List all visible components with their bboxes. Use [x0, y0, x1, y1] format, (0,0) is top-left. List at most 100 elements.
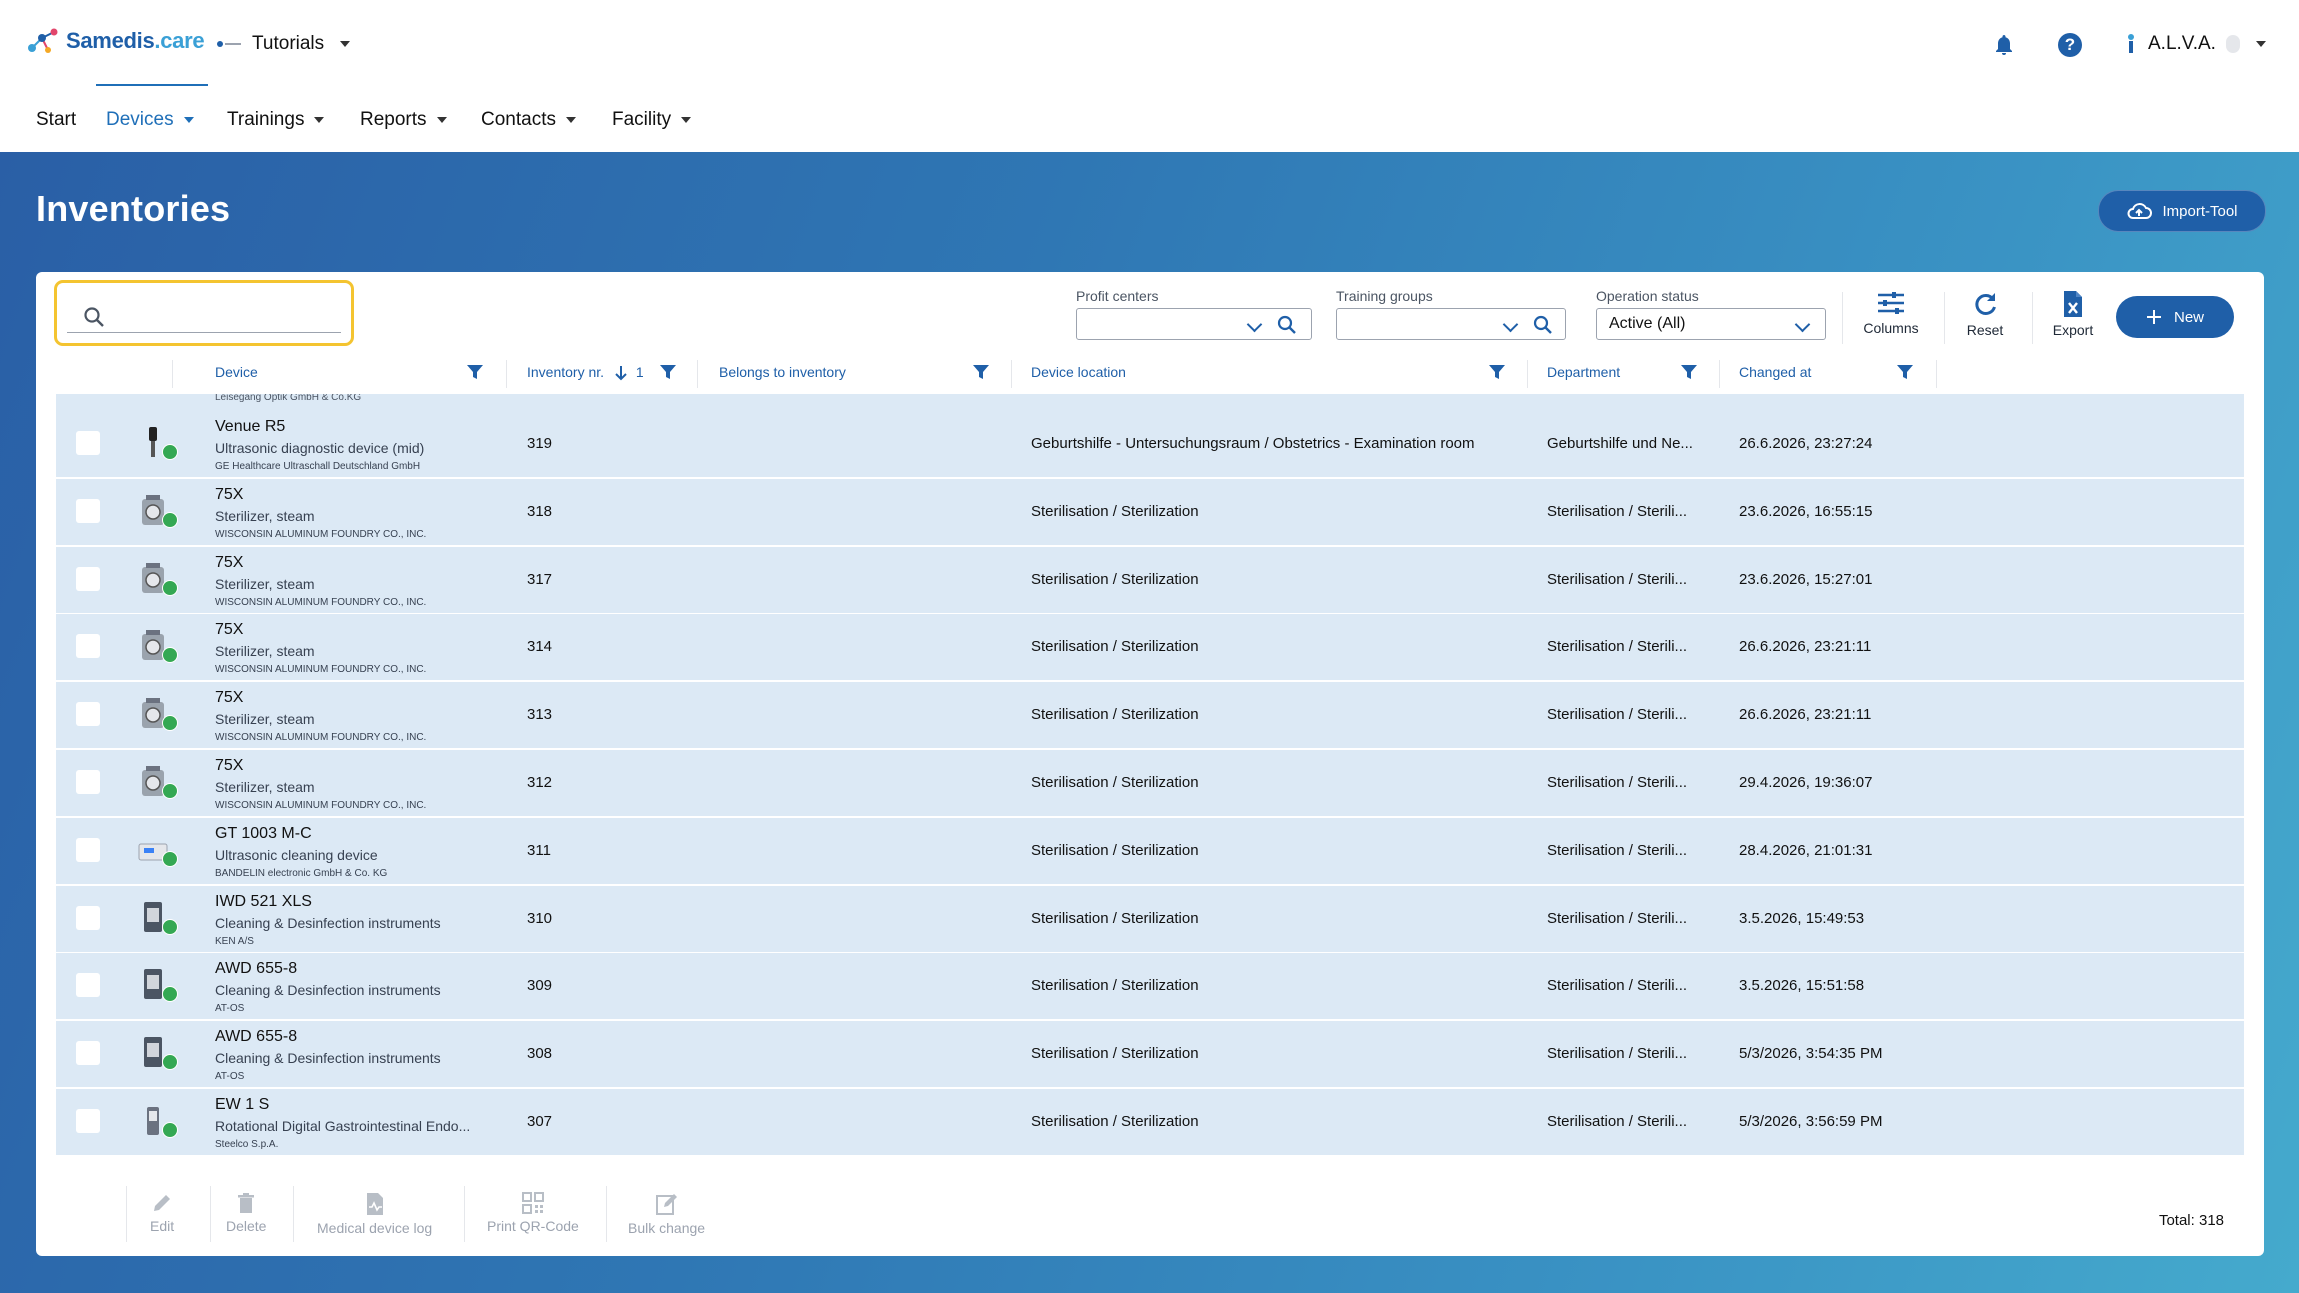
row-checkbox[interactable] [76, 770, 100, 794]
inventory-number: 318 [527, 502, 553, 520]
nav-devices[interactable]: Devices [106, 109, 194, 131]
device-name[interactable]: EW 1 S [215, 1096, 269, 1114]
device-manufacturer: BANDELIN electronic GmbH & Co. KG [215, 867, 388, 879]
table-row[interactable]: 75X Sterilizer, steam WISCONSIN ALUMINUM F… [56, 478, 2244, 546]
training-groups-select[interactable] [1336, 308, 1566, 340]
device-name[interactable]: AWD 655-8 [215, 960, 297, 978]
device-name[interactable]: Venue R5 [215, 418, 285, 436]
row-checkbox[interactable] [76, 634, 100, 659]
column-divider [1936, 360, 1937, 388]
medical-device-log-button[interactable]: Medical device log [317, 1192, 432, 1236]
search-icon[interactable] [1277, 315, 1297, 335]
delete-button[interactable]: Delete [226, 1192, 266, 1234]
nav-reports[interactable]: Reports [360, 109, 447, 131]
column-changed-at[interactable]: Changed at [1739, 364, 1811, 380]
row-checkbox[interactable] [76, 973, 100, 998]
device-name[interactable]: 75X [215, 689, 243, 707]
profit-centers-filter: Profit centers [1076, 288, 1312, 340]
filter-icon[interactable] [972, 363, 990, 381]
row-checkbox[interactable] [76, 1109, 100, 1133]
column-inventory-nr[interactable]: Inventory nr. 1 [527, 364, 644, 381]
tenant-selector[interactable]: Tutorials [216, 33, 351, 55]
brand-text: Samedis [66, 28, 155, 53]
export-button[interactable]: Export [2038, 290, 2108, 338]
table-row[interactable]: 75X Sterilizer, steam WISCONSIN ALUMINUM F… [56, 614, 2244, 682]
search-icon[interactable] [1533, 315, 1553, 335]
new-button[interactable]: New [2116, 296, 2234, 338]
table-row-partial[interactable]: Leisegang Optik GmbH & Co.KG [56, 394, 2244, 412]
columns-label: Columns [1863, 320, 1919, 336]
column-department[interactable]: Department [1547, 364, 1620, 380]
filter-icon[interactable] [1488, 363, 1506, 381]
device-name[interactable]: GT 1003 M-C [215, 825, 312, 843]
changed-at: 23.6.2026, 15:27:01 [1739, 570, 1873, 588]
device-type: Ultrasonic diagnostic device (mid) [215, 440, 425, 456]
search-field[interactable] [54, 280, 354, 346]
column-divider [172, 360, 173, 388]
tenant-logo-icon [217, 41, 241, 47]
table-row[interactable]: IWD 521 XLS Cleaning & Desinfection instr… [56, 885, 2244, 953]
nav-start[interactable]: Start [36, 109, 76, 131]
import-tool-button[interactable]: Import-Tool [2098, 190, 2266, 232]
print-qr-code-button[interactable]: Print QR-Code [487, 1192, 579, 1234]
device-name[interactable]: 75X [215, 486, 243, 504]
toolbar-divider [1842, 292, 1843, 344]
device-name[interactable]: IWD 521 XLS [215, 893, 312, 911]
row-checkbox[interactable] [76, 702, 100, 727]
device-name[interactable]: AWD 655-8 [215, 1028, 297, 1046]
profit-centers-label: Profit centers [1076, 288, 1159, 304]
reset-button[interactable]: Reset [1950, 290, 2020, 338]
table-row[interactable]: AWD 655-8 Cleaning & Desinfection instrum… [56, 953, 2244, 1021]
row-checkbox[interactable] [76, 566, 100, 591]
row-checkbox[interactable] [76, 905, 100, 930]
device-name[interactable]: 75X [215, 621, 243, 639]
column-device[interactable]: Device [215, 364, 258, 380]
user-menu[interactable]: A.L.V.A. [2124, 33, 2266, 55]
row-checkbox[interactable] [76, 498, 100, 523]
brand-suffix: .care [154, 28, 205, 53]
table-row[interactable]: 75X Sterilizer, steam WISCONSIN ALUMINUM F… [56, 546, 2244, 614]
table-row[interactable]: EW 1 S Rotational Digital Gastrointestina… [56, 1089, 2244, 1156]
trash-icon [238, 1193, 255, 1213]
qr-code-icon [521, 1192, 544, 1214]
device-type: Cleaning & Desinfection instruments [215, 914, 441, 931]
device-location: Sterilisation / Sterilization [1031, 570, 1199, 588]
nav-contacts[interactable]: Contacts [481, 109, 576, 131]
device-name[interactable]: 75X [215, 554, 243, 572]
chevron-down-icon[interactable] [1502, 316, 1519, 333]
row-checkbox[interactable] [76, 431, 100, 455]
filter-icon[interactable] [1896, 363, 1914, 381]
samedis-logo-icon [28, 28, 58, 53]
profit-centers-select[interactable] [1076, 308, 1312, 340]
nav-facility[interactable]: Facility [612, 109, 692, 131]
column-location-label: Device location [1031, 364, 1126, 380]
filter-icon[interactable] [1680, 363, 1698, 381]
search-input[interactable] [117, 297, 331, 333]
nav-trainings[interactable]: Trainings [227, 109, 325, 131]
columns-button[interactable]: Columns [1856, 290, 1926, 336]
status-ok-icon [162, 715, 178, 732]
row-checkbox[interactable] [76, 837, 100, 862]
department: Sterilisation / Sterili... [1547, 1045, 1688, 1063]
table-row[interactable]: AWD 655-8 Cleaning & Desinfection instrum… [56, 1021, 2244, 1089]
column-device-location[interactable]: Device location [1031, 364, 1126, 380]
edit-button[interactable]: Edit [150, 1192, 174, 1234]
bell-icon[interactable] [1992, 33, 2016, 57]
operation-status-select[interactable]: Active (All) [1596, 308, 1826, 340]
filter-icon[interactable] [466, 363, 484, 381]
samedis-logo[interactable]: Samedis.care [26, 26, 205, 56]
bulk-change-button[interactable]: Bulk change [628, 1192, 705, 1236]
table-row[interactable]: 75X Sterilizer, steam WISCONSIN ALUMINUM F… [56, 750, 2244, 817]
table-row[interactable]: 75X Sterilizer, steam WISCONSIN ALUMINUM F… [56, 682, 2244, 750]
column-belongs-to-inventory[interactable]: Belongs to inventory [719, 364, 846, 380]
device-name[interactable]: 75X [215, 757, 243, 775]
changed-at: 26.6.2026, 23:21:11 [1739, 706, 1872, 724]
table-row[interactable]: Venue R5 Ultrasonic diagnostic device (mi… [56, 411, 2244, 478]
chevron-down-icon[interactable] [1794, 316, 1811, 333]
row-checkbox[interactable] [76, 1041, 100, 1066]
chevron-down-icon[interactable] [1246, 316, 1263, 333]
help-icon[interactable]: ? [2058, 33, 2082, 57]
table-row[interactable]: GT 1003 M-C Ultrasonic cleaning device BAN… [56, 817, 2244, 885]
filter-icon[interactable] [659, 363, 677, 381]
device-location: Sterilisation / Sterilization [1031, 706, 1199, 724]
